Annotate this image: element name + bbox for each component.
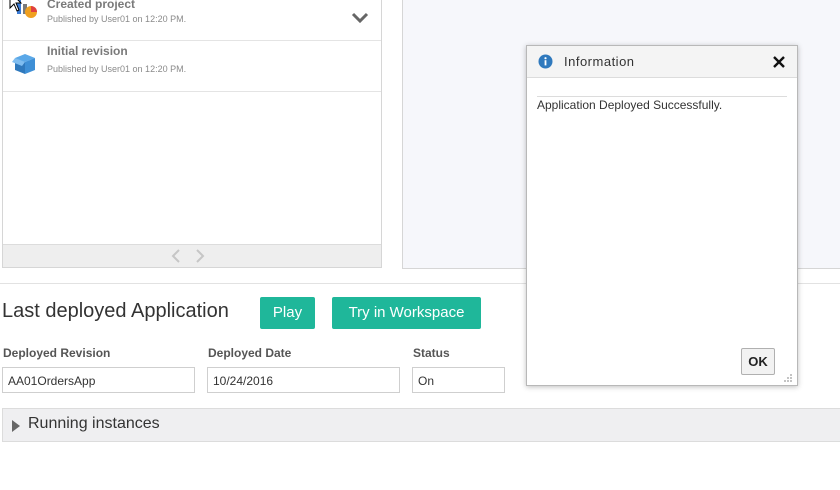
- chevron-left-icon[interactable]: [171, 249, 181, 268]
- revision-meta: Published by User01 on 12:20 PM.: [47, 64, 187, 74]
- list-item[interactable]: Initial revision Published by User01 on …: [3, 40, 381, 92]
- chevron-right-icon[interactable]: [195, 249, 205, 268]
- deployed-date-label: Deployed Date: [208, 346, 292, 360]
- deployed-revision-label: Deployed Revision: [3, 346, 111, 360]
- deployed-date-field: 10/24/2016: [207, 367, 400, 393]
- revision-title: Initial revision: [47, 44, 128, 58]
- revision-meta: Published by User01 on 12:20 PM.: [47, 14, 187, 24]
- list-item[interactable]: Created project Published by User01 on 1…: [3, 0, 381, 41]
- play-button[interactable]: Play: [260, 297, 315, 329]
- deployed-revision-field: AA01OrdersApp: [2, 367, 195, 393]
- info-icon: [538, 54, 553, 74]
- resize-grip-icon[interactable]: [783, 370, 793, 388]
- cursor-icon: [9, 0, 23, 18]
- information-dialog: Information Application Deployed Success…: [526, 45, 798, 386]
- status-label: Status: [413, 346, 450, 360]
- dialog-header[interactable]: Information: [527, 46, 797, 78]
- dialog-message: Application Deployed Successfully.: [537, 96, 787, 112]
- box-icon: [12, 52, 38, 81]
- chevron-down-icon[interactable]: [351, 11, 369, 29]
- ok-button[interactable]: OK: [741, 348, 775, 375]
- caret-right-icon: [12, 419, 20, 437]
- running-instances-header[interactable]: Running instances: [2, 408, 840, 442]
- section-title: Last deployed Application: [2, 300, 229, 322]
- running-instances-label: Running instances: [28, 415, 160, 432]
- try-in-workspace-button[interactable]: Try in Workspace: [332, 297, 481, 329]
- dialog-title: Information: [564, 54, 635, 69]
- close-icon[interactable]: [773, 55, 785, 73]
- status-field: On: [412, 367, 505, 393]
- revision-title: Created project: [47, 0, 136, 11]
- revisions-panel: Created project Published by User01 on 1…: [2, 0, 382, 268]
- pager: [3, 244, 381, 267]
